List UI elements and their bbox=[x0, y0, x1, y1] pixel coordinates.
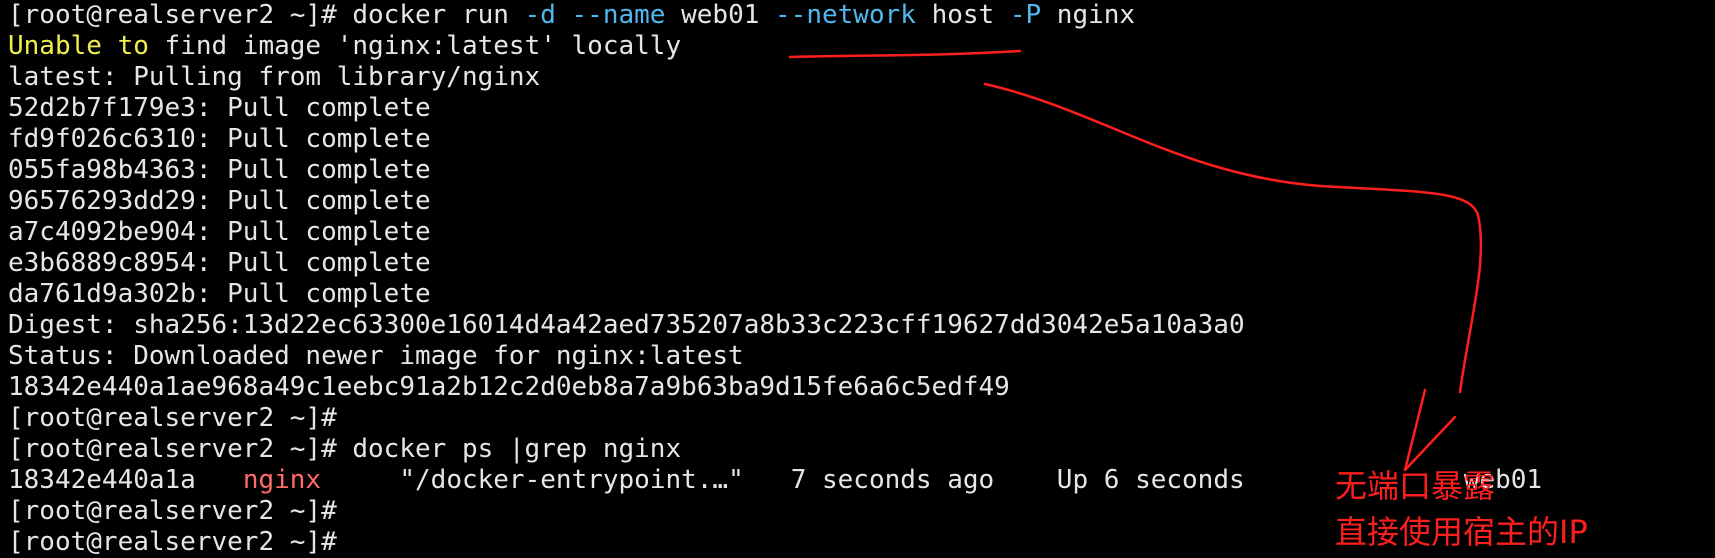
terminal-text-segment: 18342e440a1a bbox=[8, 465, 243, 495]
terminal-text-segment: [root@realserver2 ~]# docker run bbox=[8, 0, 525, 30]
annotation-use-host-ip: 直接使用宿主的IP bbox=[1335, 513, 1588, 551]
terminal-line: [root@realserver2 ~]# docker run -d --na… bbox=[8, 0, 1715, 31]
terminal-line: latest: Pulling from library/nginx bbox=[8, 62, 1715, 93]
terminal-text-segment: [root@realserver2 ~]# bbox=[8, 496, 337, 526]
terminal-line: da761d9a302b: Pull complete bbox=[8, 279, 1715, 310]
terminal-text-segment: latest: Pulling from library/nginx bbox=[8, 62, 541, 92]
terminal-text-segment: [root@realserver2 ~]# bbox=[8, 527, 337, 557]
terminal-line: 52d2b7f179e3: Pull complete bbox=[8, 93, 1715, 124]
terminal-line: 96576293dd29: Pull complete bbox=[8, 186, 1715, 217]
terminal-text-segment: nginx bbox=[242, 465, 322, 495]
terminal-text-segment: web01 bbox=[665, 0, 776, 30]
terminal-text-segment: find image 'nginx:latest' locally bbox=[148, 31, 682, 61]
terminal-text-segment: Unable to bbox=[8, 31, 149, 61]
terminal-line: a7c4092be904: Pull complete bbox=[8, 217, 1715, 248]
terminal-line: [root@realserver2 ~]# docker ps |grep ng… bbox=[8, 434, 1715, 465]
terminal-text-segment: 18342e440a1ae968a49c1eebc91a2b12c2d0eb8a… bbox=[8, 372, 1010, 402]
terminal-text-segment: 055fa98b4363: Pull complete bbox=[8, 155, 431, 185]
terminal-line: 18342e440a1ae968a49c1eebc91a2b12c2d0eb8a… bbox=[8, 372, 1715, 403]
terminal-text-segment: Status: Downloaded newer image for nginx… bbox=[8, 341, 744, 371]
terminal-line: Status: Downloaded newer image for nginx… bbox=[8, 341, 1715, 372]
terminal-line: Digest: sha256:13d22ec63300e16014d4a42ae… bbox=[8, 310, 1715, 341]
terminal-line: Unable to find image 'nginx:latest' loca… bbox=[8, 31, 1715, 62]
terminal-text-segment: --network bbox=[775, 0, 916, 30]
terminal-text-segment: [root@realserver2 ~]# bbox=[8, 403, 337, 433]
terminal-line: fd9f026c6310: Pull complete bbox=[8, 124, 1715, 155]
terminal-text-segment: -P bbox=[1009, 0, 1042, 30]
terminal-text-segment: fd9f026c6310: Pull complete bbox=[8, 124, 431, 154]
terminal-text-segment: a7c4092be904: Pull complete bbox=[8, 217, 431, 247]
terminal-text-segment: e3b6889c8954: Pull complete bbox=[8, 248, 431, 278]
terminal-text-segment: 96576293dd29: Pull complete bbox=[8, 186, 431, 216]
terminal-text-segment: host bbox=[915, 0, 1010, 30]
terminal-text-segment: -d bbox=[524, 0, 556, 30]
annotation-no-port-exposed: 无端口暴露 bbox=[1335, 467, 1496, 505]
terminal-text-segment: nginx bbox=[1041, 0, 1136, 30]
terminal-line: e3b6889c8954: Pull complete bbox=[8, 248, 1715, 279]
terminal-text-segment: da761d9a302b: Pull complete bbox=[8, 279, 431, 309]
terminal-text-segment: Digest: sha256:13d22ec63300e16014d4a42ae… bbox=[8, 310, 1245, 340]
terminal-text-segment: 52d2b7f179e3: Pull complete bbox=[8, 93, 431, 123]
terminal-text-segment: --name bbox=[571, 0, 666, 30]
terminal-text-segment: [root@realserver2 ~]# docker ps |grep ng… bbox=[8, 434, 682, 464]
terminal-line: [root@realserver2 ~]# bbox=[8, 403, 1715, 434]
terminal-line: 055fa98b4363: Pull complete bbox=[8, 155, 1715, 186]
